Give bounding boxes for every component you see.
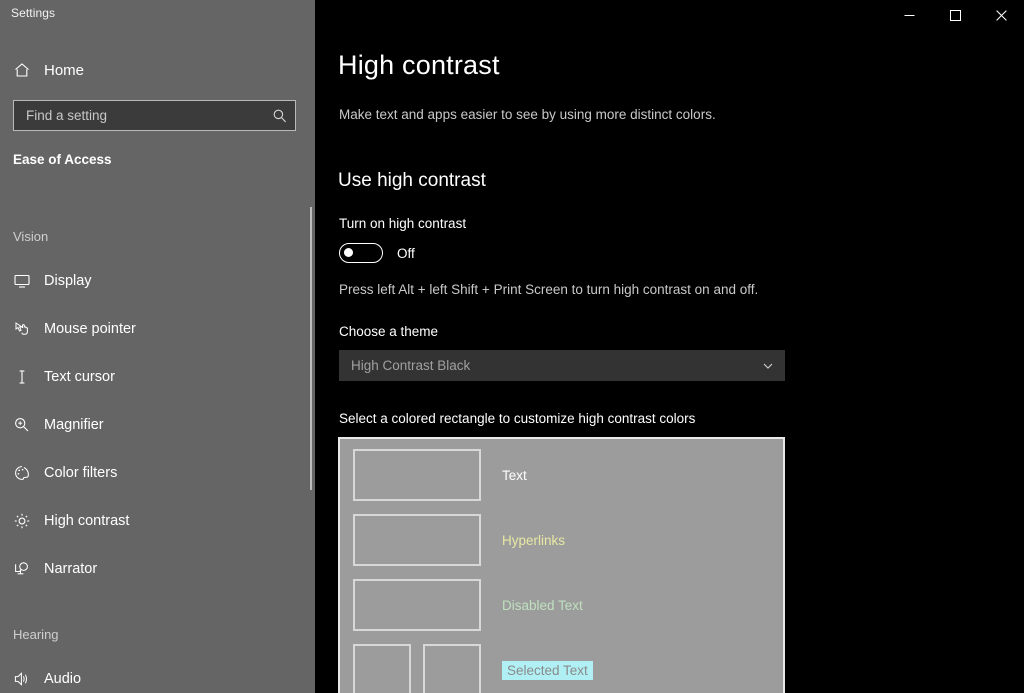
sidebar-item-label: Audio: [44, 671, 82, 687]
monitor-icon: [0, 272, 44, 290]
breadcrumb: Ease of Access: [13, 152, 112, 167]
sidebar-item-label: Text cursor: [44, 369, 115, 385]
close-button[interactable]: [978, 0, 1024, 31]
sidebar-item-narrator[interactable]: Narrator: [0, 550, 300, 588]
theme-label: Choose a theme: [339, 324, 439, 339]
sidebar-item-high-contrast[interactable]: High contrast: [0, 502, 300, 540]
brightness-icon: [0, 512, 44, 530]
shortcut-hint: Press left Alt + left Shift + Print Scre…: [339, 282, 759, 297]
color-swatch[interactable]: [353, 644, 411, 693]
speaker-icon: [0, 670, 44, 688]
palette-icon: [0, 464, 44, 482]
magnifier-icon: [0, 416, 44, 434]
color-row-label: Hyperlinks: [502, 532, 566, 548]
color-swatch[interactable]: [353, 449, 481, 501]
color-row-text[interactable]: Text: [353, 449, 527, 501]
sidebar-item-home[interactable]: Home: [0, 54, 300, 86]
high-contrast-toggle[interactable]: [339, 243, 383, 263]
toggle-knob: [344, 248, 353, 257]
maximize-button[interactable]: [932, 0, 978, 31]
sidebar-item-label: Color filters: [44, 465, 118, 481]
sidebar-group-hearing: Hearing: [13, 627, 59, 642]
search-input[interactable]: Find a setting: [14, 108, 265, 123]
high-contrast-toggle-row: Off: [339, 243, 415, 263]
sidebar: Home Find a setting Ease of Access Visio…: [0, 0, 315, 693]
toggle-label: Turn on high contrast: [339, 216, 467, 231]
settings-window: Home Find a setting Ease of Access Visio…: [0, 0, 1024, 693]
chevron-down-icon[interactable]: [751, 359, 785, 373]
title-bar: Settings: [0, 0, 1024, 31]
text-cursor-icon: [0, 368, 44, 386]
window-title: Settings: [11, 6, 56, 20]
minimize-button[interactable]: [886, 0, 932, 31]
hand-pointer-icon: [0, 320, 44, 338]
sidebar-item-audio[interactable]: Audio: [0, 660, 300, 693]
page-subtitle: Make text and apps easier to see by usin…: [339, 107, 716, 122]
sidebar-item-display[interactable]: Display: [0, 262, 300, 300]
color-row-label: Text: [502, 467, 527, 483]
sidebar-item-label: Magnifier: [44, 417, 104, 433]
sidebar-item-mouse-pointer[interactable]: Mouse pointer: [0, 310, 300, 348]
color-swatch[interactable]: [423, 644, 481, 693]
search-icon[interactable]: [265, 108, 295, 124]
maximize-icon: [949, 10, 961, 21]
color-swatch[interactable]: [353, 579, 481, 631]
home-label: Home: [44, 61, 85, 79]
page-title: High contrast: [338, 50, 500, 80]
color-swatch[interactable]: [353, 514, 481, 566]
customize-colors-label: Select a colored rectangle to customize …: [339, 411, 696, 426]
toggle-state-label: Off: [397, 245, 415, 261]
theme-dropdown-value: High Contrast Black: [351, 358, 471, 373]
home-icon: [0, 61, 44, 79]
narrator-icon: [0, 560, 44, 578]
color-row-label: Disabled Text: [502, 597, 583, 613]
sidebar-item-label: Narrator: [44, 561, 98, 577]
sidebar-item-label: Display: [44, 273, 92, 289]
sidebar-scrollbar-thumb[interactable]: [310, 207, 312, 490]
color-row-hyperlinks[interactable]: Hyperlinks: [353, 514, 565, 566]
theme-dropdown[interactable]: High Contrast Black: [339, 350, 785, 381]
close-icon: [995, 10, 1007, 21]
search-box[interactable]: Find a setting: [13, 100, 296, 131]
main-content: High contrast Make text and apps easier …: [315, 0, 1024, 693]
sidebar-item-magnifier[interactable]: Magnifier: [0, 406, 300, 444]
sidebar-item-color-filters[interactable]: Color filters: [0, 454, 300, 492]
color-row-selected-text[interactable]: Selected Text: [353, 644, 593, 693]
section-header: Use high contrast: [338, 170, 486, 191]
sidebar-item-label: High contrast: [44, 513, 130, 529]
sidebar-item-label: Mouse pointer: [44, 321, 136, 337]
color-preview-panel: Text Hyperlinks Disabled Text Selected T…: [338, 437, 785, 693]
window-controls: [886, 0, 1024, 31]
color-row-label: Selected Text: [502, 660, 593, 680]
color-row-disabled-text[interactable]: Disabled Text: [353, 579, 583, 631]
sidebar-item-text-cursor[interactable]: Text cursor: [0, 358, 300, 396]
sidebar-group-vision: Vision: [13, 229, 49, 244]
minimize-icon: [904, 15, 914, 16]
